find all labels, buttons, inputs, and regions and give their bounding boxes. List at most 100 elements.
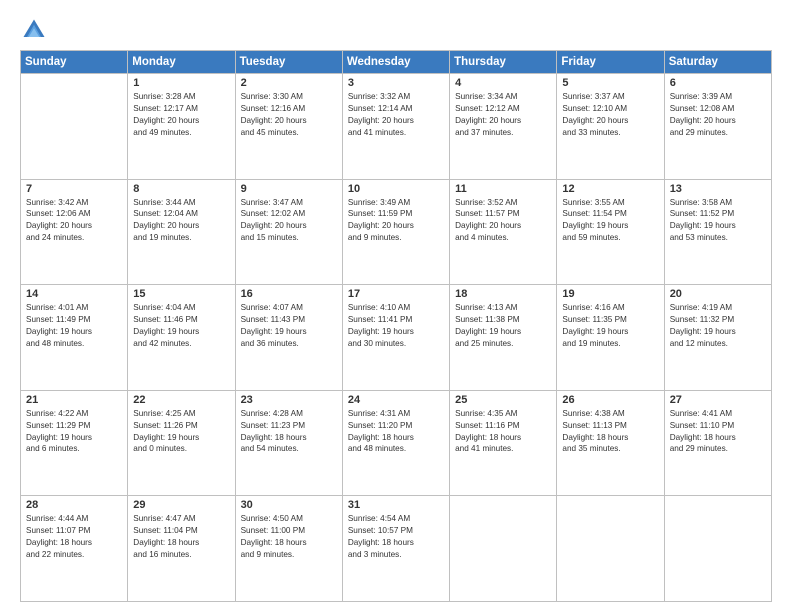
calendar-cell xyxy=(557,496,664,602)
calendar-cell: 5 Sunrise: 3:37 AM Sunset: 12:10 AM Dayli… xyxy=(557,74,664,180)
day-number: 5 xyxy=(562,77,658,89)
logo xyxy=(20,16,52,44)
calendar-cell: 21 Sunrise: 4:22 AM Sunset: 11:29 PM Dayl… xyxy=(21,390,128,496)
day-number: 3 xyxy=(348,77,444,89)
day-number: 28 xyxy=(26,499,122,511)
day-info: Sunrise: 3:28 AM Sunset: 12:17 AM Daylig… xyxy=(133,91,229,139)
calendar-cell: 11Sunrise: 3:52 AM Sunset: 11:57 PM Dayl… xyxy=(450,179,557,285)
day-info: Sunrise: 3:34 AM Sunset: 12:12 AM Daylig… xyxy=(455,91,551,139)
day-info: Sunrise: 4:31 AM Sunset: 11:20 PM Daylig… xyxy=(348,408,444,456)
calendar-header-row: SundayMondayTuesdayWednesdayThursdayFrid… xyxy=(21,51,772,74)
calendar-table: SundayMondayTuesdayWednesdayThursdayFrid… xyxy=(20,50,772,602)
calendar-week-row: 28 Sunrise: 4:44 AM Sunset: 11:07 PM Dayl… xyxy=(21,496,772,602)
calendar-week-row: 1 Sunrise: 3:28 AM Sunset: 12:17 AM Dayli… xyxy=(21,74,772,180)
day-info: Sunrise: 4:16 AM Sunset: 11:35 PM Daylig… xyxy=(562,302,658,350)
col-header-friday: Friday xyxy=(557,51,664,74)
day-number: 24 xyxy=(348,394,444,406)
day-number: 12 xyxy=(562,183,658,195)
day-info: Sunrise: 4:38 AM Sunset: 11:13 PM Daylig… xyxy=(562,408,658,456)
day-number: 7 xyxy=(26,183,122,195)
day-info: Sunrise: 4:44 AM Sunset: 11:07 PM Daylig… xyxy=(26,513,122,561)
day-info: Sunrise: 3:39 AM Sunset: 12:08 AM Daylig… xyxy=(670,91,766,139)
calendar-cell: 24 Sunrise: 4:31 AM Sunset: 11:20 PM Dayl… xyxy=(342,390,449,496)
day-number: 20 xyxy=(670,288,766,300)
day-info: Sunrise: 4:13 AM Sunset: 11:38 PM Daylig… xyxy=(455,302,551,350)
day-number: 15 xyxy=(133,288,229,300)
calendar-cell: 6Sunrise: 3:39 AM Sunset: 12:08 AM Dayli… xyxy=(664,74,771,180)
day-info: Sunrise: 4:19 AM Sunset: 11:32 PM Daylig… xyxy=(670,302,766,350)
day-number: 21 xyxy=(26,394,122,406)
calendar-cell: 15Sunrise: 4:04 AM Sunset: 11:46 PM Dayl… xyxy=(128,285,235,391)
day-number: 16 xyxy=(241,288,337,300)
day-number: 26 xyxy=(562,394,658,406)
day-number: 4 xyxy=(455,77,551,89)
calendar-cell: 26 Sunrise: 4:38 AM Sunset: 11:13 PM Dayl… xyxy=(557,390,664,496)
day-info: Sunrise: 4:01 AM Sunset: 11:49 PM Daylig… xyxy=(26,302,122,350)
calendar-cell: 30Sunrise: 4:50 AM Sunset: 11:00 PM Dayl… xyxy=(235,496,342,602)
calendar-cell: 4 Sunrise: 3:34 AM Sunset: 12:12 AM Dayli… xyxy=(450,74,557,180)
day-number: 8 xyxy=(133,183,229,195)
calendar-cell: 14 Sunrise: 4:01 AM Sunset: 11:49 PM Dayl… xyxy=(21,285,128,391)
day-info: Sunrise: 3:49 AM Sunset: 11:59 PM Daylig… xyxy=(348,197,444,245)
calendar-cell: 12 Sunrise: 3:55 AM Sunset: 11:54 PM Dayl… xyxy=(557,179,664,285)
day-info: Sunrise: 4:25 AM Sunset: 11:26 PM Daylig… xyxy=(133,408,229,456)
day-number: 17 xyxy=(348,288,444,300)
calendar-cell: 29Sunrise: 4:47 AM Sunset: 11:04 PM Dayl… xyxy=(128,496,235,602)
day-info: Sunrise: 3:30 AM Sunset: 12:16 AM Daylig… xyxy=(241,91,337,139)
calendar-cell xyxy=(450,496,557,602)
calendar-cell xyxy=(21,74,128,180)
day-number: 19 xyxy=(562,288,658,300)
day-info: Sunrise: 4:22 AM Sunset: 11:29 PM Daylig… xyxy=(26,408,122,456)
calendar-cell: 20 Sunrise: 4:19 AM Sunset: 11:32 PM Dayl… xyxy=(664,285,771,391)
day-info: Sunrise: 3:44 AM Sunset: 12:04 AM Daylig… xyxy=(133,197,229,245)
day-number: 29 xyxy=(133,499,229,511)
calendar-week-row: 14 Sunrise: 4:01 AM Sunset: 11:49 PM Dayl… xyxy=(21,285,772,391)
calendar-week-row: 7Sunrise: 3:42 AM Sunset: 12:06 AM Dayli… xyxy=(21,179,772,285)
col-header-tuesday: Tuesday xyxy=(235,51,342,74)
calendar-cell: 28 Sunrise: 4:44 AM Sunset: 11:07 PM Dayl… xyxy=(21,496,128,602)
calendar-cell: 16 Sunrise: 4:07 AM Sunset: 11:43 PM Dayl… xyxy=(235,285,342,391)
day-info: Sunrise: 3:58 AM Sunset: 11:52 PM Daylig… xyxy=(670,197,766,245)
calendar-cell: 1 Sunrise: 3:28 AM Sunset: 12:17 AM Dayli… xyxy=(128,74,235,180)
col-header-saturday: Saturday xyxy=(664,51,771,74)
day-number: 30 xyxy=(241,499,337,511)
day-info: Sunrise: 3:32 AM Sunset: 12:14 AM Daylig… xyxy=(348,91,444,139)
day-info: Sunrise: 4:35 AM Sunset: 11:16 PM Daylig… xyxy=(455,408,551,456)
calendar-week-row: 21 Sunrise: 4:22 AM Sunset: 11:29 PM Dayl… xyxy=(21,390,772,496)
col-header-sunday: Sunday xyxy=(21,51,128,74)
day-number: 2 xyxy=(241,77,337,89)
calendar-cell: 3 Sunrise: 3:32 AM Sunset: 12:14 AM Dayli… xyxy=(342,74,449,180)
day-number: 1 xyxy=(133,77,229,89)
calendar-cell: 17Sunrise: 4:10 AM Sunset: 11:41 PM Dayl… xyxy=(342,285,449,391)
header xyxy=(20,16,772,44)
day-number: 23 xyxy=(241,394,337,406)
day-number: 27 xyxy=(670,394,766,406)
calendar-cell: 25Sunrise: 4:35 AM Sunset: 11:16 PM Dayl… xyxy=(450,390,557,496)
day-info: Sunrise: 4:41 AM Sunset: 11:10 PM Daylig… xyxy=(670,408,766,456)
day-info: Sunrise: 4:28 AM Sunset: 11:23 PM Daylig… xyxy=(241,408,337,456)
day-number: 18 xyxy=(455,288,551,300)
day-number: 13 xyxy=(670,183,766,195)
col-header-wednesday: Wednesday xyxy=(342,51,449,74)
col-header-monday: Monday xyxy=(128,51,235,74)
calendar-cell: 31 Sunrise: 4:54 AM Sunset: 10:57 PM Dayl… xyxy=(342,496,449,602)
day-info: Sunrise: 3:52 AM Sunset: 11:57 PM Daylig… xyxy=(455,197,551,245)
page: SundayMondayTuesdayWednesdayThursdayFrid… xyxy=(0,0,792,612)
calendar-cell: 2 Sunrise: 3:30 AM Sunset: 12:16 AM Dayli… xyxy=(235,74,342,180)
calendar-cell: 27 Sunrise: 4:41 AM Sunset: 11:10 PM Dayl… xyxy=(664,390,771,496)
calendar-cell: 18 Sunrise: 4:13 AM Sunset: 11:38 PM Dayl… xyxy=(450,285,557,391)
day-info: Sunrise: 3:37 AM Sunset: 12:10 AM Daylig… xyxy=(562,91,658,139)
day-info: Sunrise: 3:47 AM Sunset: 12:02 AM Daylig… xyxy=(241,197,337,245)
day-info: Sunrise: 4:54 AM Sunset: 10:57 PM Daylig… xyxy=(348,513,444,561)
logo-icon xyxy=(20,16,48,44)
col-header-thursday: Thursday xyxy=(450,51,557,74)
day-info: Sunrise: 3:55 AM Sunset: 11:54 PM Daylig… xyxy=(562,197,658,245)
day-number: 14 xyxy=(26,288,122,300)
calendar-cell: 19 Sunrise: 4:16 AM Sunset: 11:35 PM Dayl… xyxy=(557,285,664,391)
calendar-cell xyxy=(664,496,771,602)
calendar-cell: 13 Sunrise: 3:58 AM Sunset: 11:52 PM Dayl… xyxy=(664,179,771,285)
day-info: Sunrise: 4:07 AM Sunset: 11:43 PM Daylig… xyxy=(241,302,337,350)
day-number: 31 xyxy=(348,499,444,511)
calendar-cell: 7Sunrise: 3:42 AM Sunset: 12:06 AM Dayli… xyxy=(21,179,128,285)
calendar-cell: 8 Sunrise: 3:44 AM Sunset: 12:04 AM Dayli… xyxy=(128,179,235,285)
